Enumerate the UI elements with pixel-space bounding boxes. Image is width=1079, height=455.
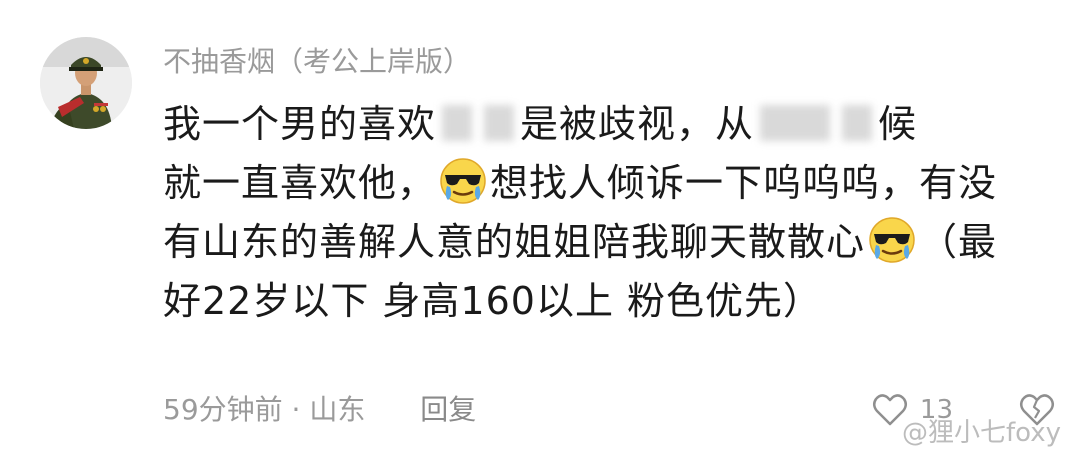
user-avatar[interactable] <box>40 37 132 129</box>
sunglasses-crying-emoji-icon <box>869 217 915 263</box>
comment-location: 山东 <box>309 393 366 426</box>
comment-line-4: 好22岁以下 身高160以上 粉色优先） <box>163 272 1043 331</box>
meta-separator: · <box>291 393 301 426</box>
comment-text: 好22岁以下 身高160以上 粉色优先） <box>163 279 823 323</box>
comment-line-1: 我一个男的喜欢 是被歧视，从 候 <box>163 95 1043 154</box>
comment-text: 候 <box>878 102 918 146</box>
comment-text: 就一直喜欢他， <box>163 161 437 205</box>
watermark: @狸小七foxy <box>901 418 1061 448</box>
blurred-censor-region <box>484 105 515 141</box>
comment-text: 我一个男的喜欢 <box>163 102 437 146</box>
soldier-portrait-image <box>40 37 132 129</box>
comment-text: 是被歧视，从 <box>520 102 755 146</box>
blurred-censor-region <box>760 105 831 141</box>
comment-text: 有山东的善解人意的姐姐陪我聊天散散心 <box>163 220 866 264</box>
sunglasses-crying-emoji-icon <box>440 158 486 204</box>
comment-body: 我一个男的喜欢 是被歧视，从 候 就一直喜欢他， 想找人倾诉一下呜呜呜，有没 有山东… <box>163 95 1043 331</box>
comment-username[interactable]: 不抽香烟（考公上岸版） <box>163 40 471 84</box>
blurred-censor-region <box>442 105 473 141</box>
comment-text: 想找人倾诉一下呜呜呜，有没 <box>490 161 998 205</box>
comment-text: （最 <box>919 220 998 264</box>
comment-line-3: 有山东的善解人意的姐姐陪我聊天散散心 （最 <box>163 213 1043 272</box>
comment-time: 59分钟前 <box>163 393 283 426</box>
comment-line-2: 就一直喜欢他， 想找人倾诉一下呜呜呜，有没 <box>163 154 1043 213</box>
comment-meta: 59分钟前 · 山东 回复 <box>163 388 476 432</box>
blurred-censor-region <box>842 105 873 141</box>
reply-button[interactable]: 回复 <box>420 393 476 426</box>
